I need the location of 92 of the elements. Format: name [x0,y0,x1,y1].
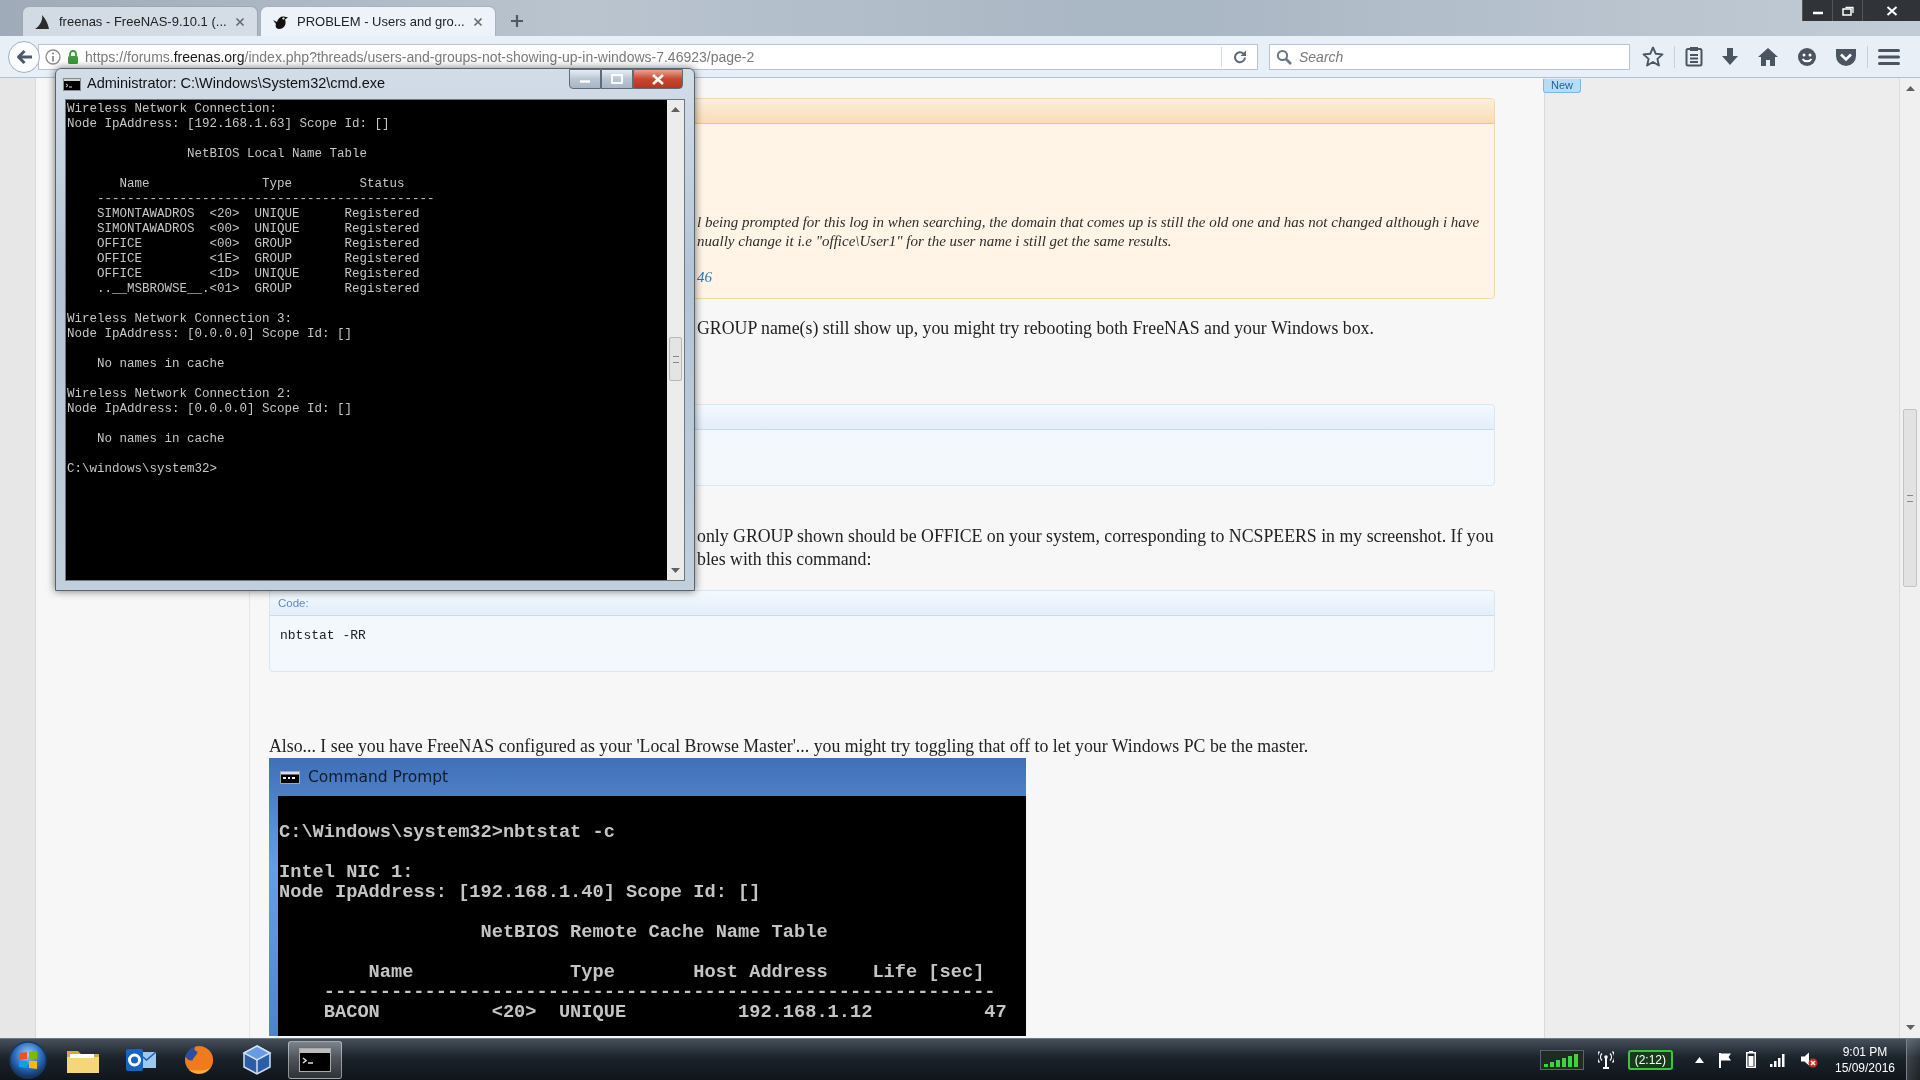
console-line: No names in cache [97,357,225,372]
maximize-icon [611,74,623,84]
console-line: OFFICE <1E> GROUP Registered [97,252,420,267]
console-line: Node IpAddress: [0.0.0.0] Scope Id: [] [67,327,353,342]
reload-icon[interactable] [1232,48,1248,65]
console-line: ..__MSBROWSE__.<01> GROUP Registered [97,282,420,297]
new-badge: New [1543,79,1581,93]
console-line: ------------------------------------------------------------ [323,982,996,1002]
bird-icon [272,13,288,30]
back-button[interactable] [8,40,40,73]
back-arrow-icon [15,48,33,65]
post-text: Also... I see you have FreeNAS configured as your 'Local Browse Master'... you might try toggling that off to let your Windows PC be the master. [269,734,1309,758]
arrow-up-icon [1905,86,1915,91]
console-line: Wireless Network Connection 2: [67,387,293,402]
close-button[interactable] [633,69,683,89]
home-icon[interactable] [1757,46,1779,67]
fin-icon [34,13,50,30]
console-line: Wireless Network Connection 3: [67,312,293,327]
arrow-down-icon [1905,1025,1915,1030]
console-line: Node IpAddress: [192.168.1.40] Scope Id: [] [279,882,761,902]
window-title: Command Prompt [308,768,449,786]
cube-icon [241,1043,273,1076]
meter-bars-icon[interactable] [1539,1049,1584,1070]
maximize-button[interactable] [601,69,633,89]
orb-icon[interactable] [8,1039,48,1080]
restore-button[interactable] [1832,0,1862,21]
caret-up-icon[interactable] [1695,1056,1704,1063]
browser-tab[interactable]: PROBLEM - Users and gro... [260,6,496,36]
globe-icon [183,1043,215,1076]
smiley-icon[interactable] [1797,46,1817,67]
console-line: Name Type Status [119,177,405,192]
console-line: NetBIOS Local Name Table [187,147,368,162]
console-line: NetBIOS Remote Cache Name Table [480,922,828,942]
scrollbar[interactable] [1899,78,1920,1038]
menu-icon[interactable] [1878,47,1900,66]
search-field[interactable]: Search [1269,43,1630,70]
console-line: BACON <20> UNIQUE 192.168.1.12 47 [323,1002,1007,1022]
arrow-down-icon [671,568,680,573]
post-link[interactable]: 46 [697,268,712,287]
window-title: Administrator: C:\Windows\System32\cmd.exe [87,75,386,91]
url-field[interactable]: https://forums.freenas.org/index.php?threads/users-and-groups-not-showing-up-in-windows-7.46923/page-2 [38,43,1258,70]
battery-icon[interactable] [1746,1051,1756,1068]
restore-icon [1841,5,1854,16]
console-line: Node IpAddress: [192.168.1.63] Scope Id: [] [67,117,390,132]
scrollbar[interactable] [667,100,684,580]
signal-bars-icon[interactable] [1770,1052,1786,1067]
console-line: C:\Windows\system32>nbtstat -c [279,822,615,842]
volume-muted-icon[interactable] [1800,1051,1818,1068]
battery-time[interactable]: (2:12) [1627,1049,1673,1070]
post-text: only GROUP shown should be OFFICE on your system, corresponding to NCSPEERS in my screenshot. If you bles with this command: [697,524,1494,571]
console-line: --------------------------------------------- [97,192,435,207]
download-icon[interactable] [1721,46,1739,67]
console-line: No names in cache [97,432,225,447]
console-line: Name Type Host Address Life [sec] [368,962,985,982]
quote-text: l being prompted for this log in when searching, the domain that comes up is still the old one and has not changed although i have nually change it i.e "office\User1" for the user name i still get the same results. [697,213,1480,251]
console-icon [280,770,300,784]
console-icon [63,78,81,91]
flag-icon[interactable] [1718,1051,1732,1068]
console-line: Intel NIC 1: [279,862,414,882]
taskbar-button[interactable] [288,1040,342,1079]
browser-tab[interactable]: freenas - FreeNAS-9.10.1 (... [22,6,258,36]
minimize-button[interactable] [1802,0,1832,21]
close-icon[interactable] [473,16,483,27]
plus-icon[interactable] [510,14,524,28]
console-line: C:\windows\system32> [67,462,218,477]
console-line: OFFICE <1D> UNIQUE Registered [97,267,420,282]
search-icon [1276,48,1292,65]
code-label: Code: [278,596,309,609]
console-line: SIMONTAWADROS <00> UNIQUE Registered [97,222,420,237]
arrow-up-icon [671,107,680,112]
clipboard-icon[interactable] [1685,46,1703,67]
show-desktop-button[interactable] [1906,1039,1920,1080]
lock-icon [67,49,79,64]
code-text: nbtstat -RR [280,627,366,643]
antenna-icon[interactable] [1597,1050,1614,1069]
scrollbar-thumb[interactable] [1903,409,1917,587]
console-line: OFFICE <00> GROUP Registered [97,237,420,252]
close-button[interactable] [1862,0,1920,21]
post-text: GROUP name(s) still show up, you might try rebooting both FreeNAS and your Windows box. [697,317,1374,340]
terminal-icon [299,1047,331,1072]
scrollbar-thumb[interactable] [669,337,682,381]
close-icon[interactable] [235,16,245,27]
console-line: Node IpAddress: [0.0.0.0] Scope Id: [] [67,402,353,417]
close-icon [651,73,665,85]
close-icon [1885,5,1898,16]
clock-time[interactable]: 9:01 PM [1842,1043,1888,1060]
clock-date[interactable]: 15/09/2016 [1834,1059,1896,1076]
star-icon[interactable] [1642,46,1664,67]
info-icon [45,48,61,65]
console-line: SIMONTAWADROS <20> UNIQUE Registered [97,207,420,222]
console-line: Wireless Network Connection: [67,102,278,117]
chevron-shield-icon[interactable] [1835,46,1857,67]
